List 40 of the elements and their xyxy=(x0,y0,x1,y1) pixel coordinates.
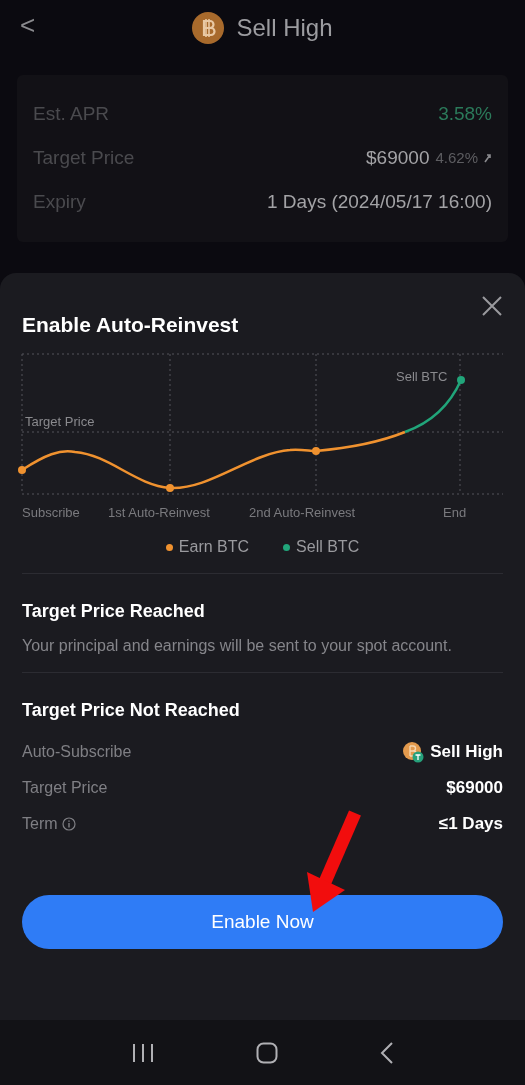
back-icon[interactable] xyxy=(380,1040,395,1065)
enable-now-button[interactable]: Enable Now xyxy=(22,895,503,949)
detail-value: Sell High xyxy=(430,741,503,764)
target-price-label: Target Price xyxy=(25,415,95,428)
summary-label: Target Price xyxy=(33,145,135,170)
page-title: Sell High xyxy=(236,12,333,43)
axis-label: 2nd Auto-Reinvest xyxy=(249,506,356,519)
info-icon[interactable] xyxy=(61,817,76,831)
axis-label: Subscribe xyxy=(22,506,80,519)
legend-label: Sell BTC xyxy=(296,537,360,557)
detail-label: Term xyxy=(22,814,58,834)
chart-point xyxy=(18,466,26,474)
legend-label: Earn BTC xyxy=(178,537,250,557)
section-title: Target Price Not Reached xyxy=(22,699,240,721)
recent-apps-icon[interactable] xyxy=(130,1041,155,1064)
summary-label: Expiry xyxy=(33,189,86,214)
chart-point xyxy=(312,447,320,455)
chart-point xyxy=(166,484,174,492)
detail-label: Auto-Subscribe xyxy=(22,742,132,762)
summary-value: 3.58% xyxy=(438,101,492,126)
detail-value: $69000 xyxy=(446,777,503,800)
coin-pair-icon xyxy=(402,741,425,763)
sell-point-label: Sell BTC xyxy=(396,370,448,383)
section-title: Target Price Reached xyxy=(22,600,205,622)
section-text: Your principal and earnings will be sent to your spot account. xyxy=(22,636,452,656)
close-button[interactable] xyxy=(481,295,503,317)
trend-up-icon xyxy=(484,153,492,163)
coin-icon xyxy=(192,11,225,44)
detail-label: Target Price xyxy=(22,778,108,798)
summary-label: Est. APR xyxy=(33,101,110,126)
axis-label: 1st Auto-Reinvest xyxy=(108,506,210,519)
summary-value: 1 Days (2024/05/17 16:00) xyxy=(267,189,492,214)
percent-change: 4.62% xyxy=(435,147,478,168)
summary-value: $69000 xyxy=(366,145,430,170)
home-icon[interactable] xyxy=(256,1041,279,1064)
axis-label: End xyxy=(443,506,467,519)
sheet-title: Enable Auto-Reinvest xyxy=(22,312,239,335)
chart-point xyxy=(457,376,465,384)
detail-value: ≤1 Days xyxy=(438,813,503,836)
back-button[interactable]: < xyxy=(20,12,36,38)
